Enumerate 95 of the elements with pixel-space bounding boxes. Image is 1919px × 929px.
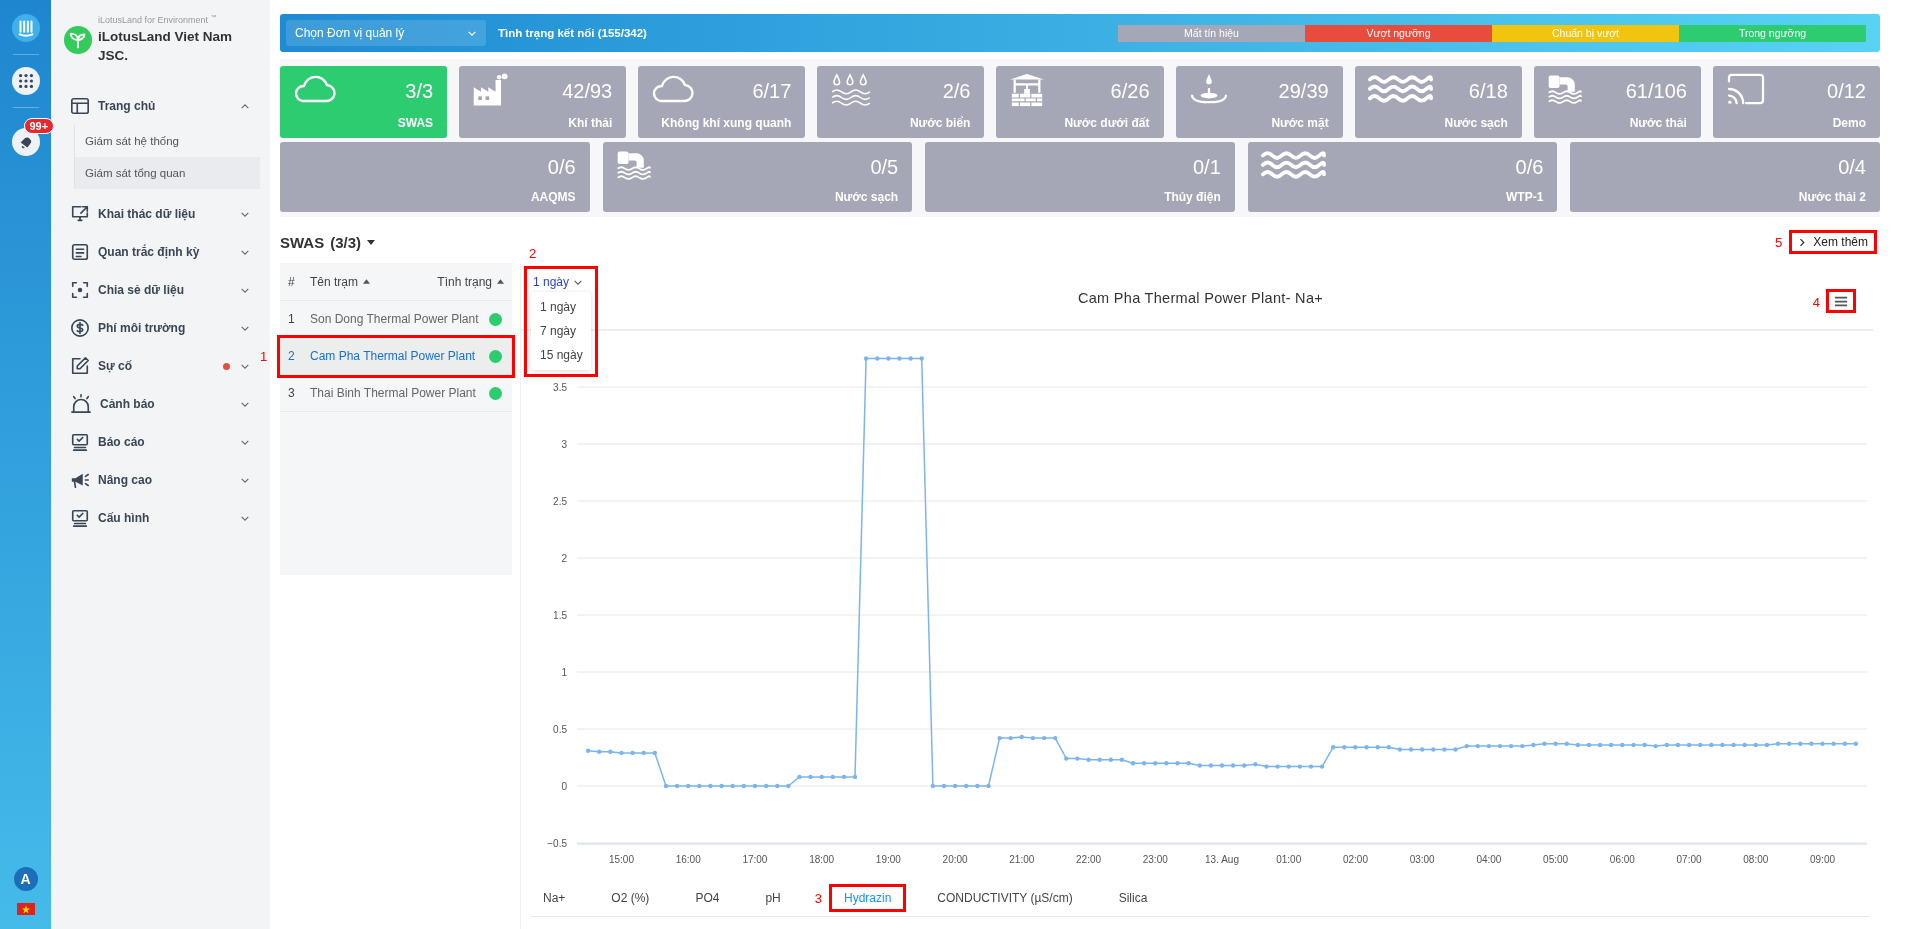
waves-icon — [1366, 72, 1433, 104]
alarm-icon — [70, 394, 92, 414]
axis-label: 0 — [561, 781, 567, 792]
annotation-number: 1 — [260, 350, 268, 363]
well-icon — [1008, 72, 1047, 108]
brand-tagline: iLotusLand for Environment $^{™}$ — [98, 14, 218, 25]
monitor-check-icon — [70, 432, 90, 452]
axis-label: 02:00 — [1342, 854, 1368, 865]
connection-status: Tình trạng kết nối (155/342) — [498, 27, 648, 39]
menu-item[interactable]: Trang chủ — [64, 87, 260, 125]
parameter-tab[interactable]: Na+ — [531, 887, 578, 909]
axis-label: 06:00 — [1609, 854, 1635, 865]
axis-label: 18:00 — [809, 854, 835, 865]
menu-item[interactable]: Quan trắc định kỳ — [64, 233, 260, 271]
axis-label: 21:00 — [1009, 854, 1035, 865]
station-row[interactable]: 2 Cam Pha Thermal Power Plant — [280, 338, 512, 375]
column-header: # — [288, 274, 296, 289]
monitor-check-icon — [70, 508, 90, 528]
edit-icon — [70, 356, 90, 376]
axis-label: 01:00 — [1276, 854, 1302, 865]
axis-label: 1.5 — [553, 610, 567, 621]
axis-label: 05:00 — [1543, 854, 1569, 865]
submenu-item[interactable]: Giám sát tổng quan — [75, 157, 260, 189]
dropdown-option[interactable]: 15 ngày — [531, 343, 591, 367]
axis-label: −0.5 — [547, 838, 567, 849]
menu-item[interactable]: Khai thác dữ liệu — [64, 195, 260, 233]
notification-badge: 99+ — [23, 118, 55, 134]
legend-item: Mất tín hiệu — [1118, 24, 1305, 42]
legend-item: Chuẩn bị vượt — [1492, 24, 1679, 42]
axis-label: 23:00 — [1142, 854, 1168, 865]
legend-item: Trong ngưỡng — [1679, 24, 1866, 42]
avatar[interactable]: A — [13, 867, 38, 891]
menu-item[interactable]: Sự cố — [64, 347, 260, 385]
axis-label: 09:00 — [1810, 854, 1836, 865]
parameter-tab[interactable]: Silica — [1106, 887, 1160, 909]
apps-button[interactable] — [11, 67, 40, 95]
axis-label: 0.5 — [553, 724, 567, 735]
document-icon — [70, 242, 90, 262]
parameter-tab[interactable]: O2 (%) — [599, 887, 662, 909]
parameter-tab[interactable]: CONDUCTIVITY (µS/cm) — [925, 887, 1085, 909]
axis-label: 07:00 — [1676, 854, 1702, 865]
sort-caret-icon — [363, 279, 370, 284]
water-drops-icon — [829, 72, 872, 106]
dropdown-option[interactable]: 1 ngày — [531, 295, 591, 319]
chart-menu-button[interactable] — [1829, 292, 1853, 310]
axis-label: 3.5 — [553, 382, 567, 393]
group-dropdown[interactable]: SWAS (3/3) — [280, 233, 376, 251]
monitor-share-icon — [70, 204, 90, 224]
range-select[interactable]: 1 ngày — [531, 272, 591, 292]
menu-item[interactable]: Nâng cao — [64, 461, 260, 499]
menu-icon — [1834, 295, 1848, 307]
menu-item[interactable]: Cấu hình — [64, 499, 260, 537]
legend-item: Vượt ngưỡng — [1305, 24, 1492, 42]
annotation-number: 3 — [814, 891, 822, 905]
annotation-number: 4 — [1812, 296, 1820, 309]
parameter-tab[interactable]: PO4 — [683, 887, 732, 909]
company-name: iLotusLand Viet Nam JSC. — [98, 28, 234, 65]
focus-icon — [70, 280, 90, 300]
axis-label: 03:00 — [1409, 854, 1435, 865]
app-logo[interactable] — [11, 14, 40, 42]
axis-label: 17:00 — [742, 854, 768, 865]
axis-label: 15:00 — [608, 854, 634, 865]
column-header[interactable]: Tên trạm — [310, 274, 438, 289]
axis-label: 19:00 — [875, 854, 901, 865]
axis-label: 3 — [561, 439, 567, 450]
waves-icon — [1259, 148, 1326, 180]
notification-button[interactable] — [11, 128, 40, 156]
more-link[interactable]: Xem thêm — [1792, 233, 1874, 251]
axis-label: 13. Aug — [1205, 854, 1239, 865]
menu-item[interactable]: Phí môi trường — [64, 309, 260, 347]
layout-icon — [70, 96, 90, 116]
annotation-number: 2 — [529, 247, 537, 260]
menu-item[interactable]: Chia sẻ dữ liệu — [64, 271, 260, 309]
parameter-tab[interactable]: pH — [753, 887, 793, 909]
axis-label: 22:00 — [1076, 854, 1102, 865]
column-header[interactable]: Tình trạng — [437, 274, 504, 289]
dropdown-option[interactable]: 7 ngày — [531, 319, 591, 343]
flag-icon[interactable] — [16, 903, 35, 915]
sort-caret-icon — [497, 279, 504, 284]
axis-label: 20:00 — [942, 854, 968, 865]
axis-label: 2 — [561, 553, 567, 564]
axis-label: 16:00 — [675, 854, 701, 865]
axis-label: 04:00 — [1476, 854, 1502, 865]
grid-icon — [16, 72, 35, 90]
dollar-icon — [70, 318, 90, 338]
axis-label: 1 — [561, 667, 567, 678]
menu-item[interactable]: Cảnh báo — [64, 385, 260, 423]
axis-label: 08:00 — [1743, 854, 1769, 865]
submenu-item[interactable]: Giám sát hệ thống — [75, 125, 260, 157]
axis-label: 2.5 — [553, 496, 567, 507]
station-row[interactable]: 3 Thai Binh Thermal Power Plant — [280, 375, 512, 412]
chart-title: Cam Pha Thermal Power Plant- Na+ — [1077, 290, 1324, 306]
annotation-number: 5 — [1775, 235, 1783, 249]
caret-down-icon — [367, 239, 376, 245]
menu-item[interactable]: Báo cáo — [64, 423, 260, 461]
